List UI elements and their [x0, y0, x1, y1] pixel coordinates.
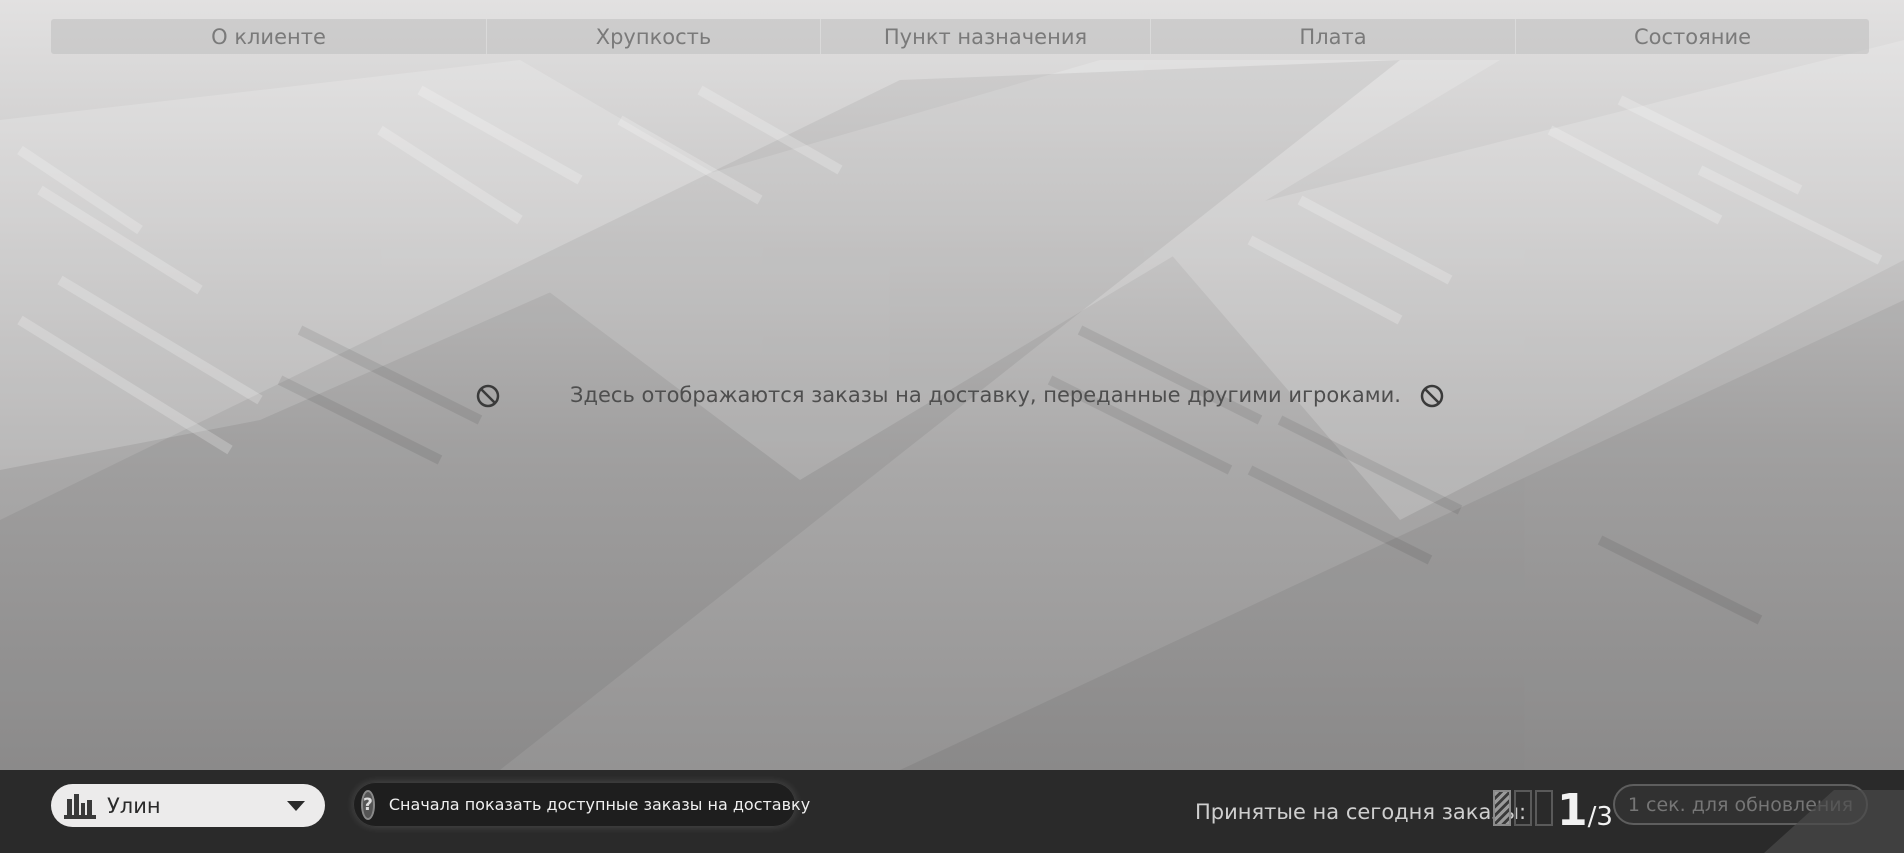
city-skyline-icon: [64, 793, 96, 819]
accepted-orders-slots: [1493, 790, 1553, 826]
column-header-fragility: Хрупкость: [487, 19, 821, 54]
column-header-status: Состояние: [1633, 24, 1752, 49]
chevron-down-icon: [287, 801, 305, 811]
delivery-orders-screen: О клиенте Хрупкость Пункт назначения Пла…: [0, 0, 1904, 853]
order-slot-empty: [1535, 790, 1553, 826]
footer-bar: Улин ? Сначала показать доступные заказы…: [0, 770, 1904, 853]
order-slot-filled: [1493, 790, 1511, 826]
refresh-button[interactable]: 1 сек. для обновления: [1613, 784, 1868, 825]
accepted-orders-current: 1: [1557, 785, 1588, 836]
accepted-orders-count: 1/3: [1557, 785, 1613, 836]
column-header-client: О клиенте: [51, 19, 487, 54]
column-header-destination: Пункт назначения: [821, 19, 1151, 54]
location-label: Улин: [107, 793, 161, 818]
empty-state-message: Здесь отображаются заказы на доставку, п…: [570, 383, 1401, 407]
show-available-first-toggle[interactable]: ? Сначала показать доступные заказы на д…: [353, 782, 810, 827]
no-entry-icon: [476, 384, 500, 408]
accepted-orders-max: /3: [1587, 802, 1613, 832]
accepted-orders-label: Принятые на сегодня заказы:: [1195, 800, 1527, 824]
location-dropdown[interactable]: Улин: [51, 784, 325, 827]
table-header: О клиенте Хрупкость Пункт назначения Пла…: [51, 19, 1869, 54]
question-icon: ?: [361, 789, 375, 820]
order-slot-empty: [1514, 790, 1532, 826]
column-header-payment: Плата: [1151, 19, 1516, 54]
empty-state: Здесь отображаются заказы на доставку, п…: [0, 375, 1904, 415]
show-available-first-label: Сначала показать доступные заказы на дос…: [388, 795, 811, 814]
no-entry-icon: [1420, 384, 1444, 408]
